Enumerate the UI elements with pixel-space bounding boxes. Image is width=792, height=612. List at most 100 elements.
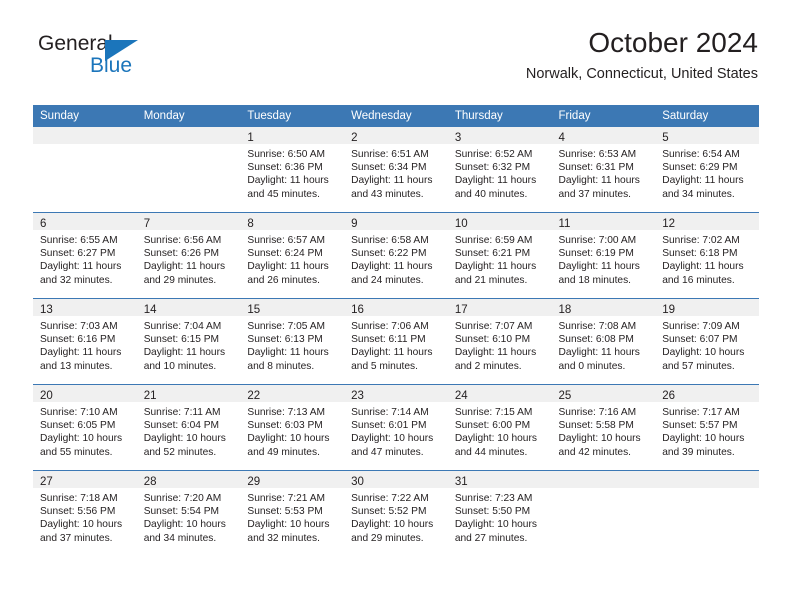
calendar-day-cell[interactable]: 11 Sunrise: 7:00 AM Sunset: 6:19 PM Dayl… [551, 212, 656, 299]
calendar-day-cell[interactable]: 14 Sunrise: 7:04 AM Sunset: 6:15 PM Dayl… [136, 298, 241, 385]
daylight-text-line1: Daylight: 10 hours [454, 519, 537, 531]
sunrise-text: Sunrise: 7:06 AM [351, 321, 429, 332]
calendar-day-cell[interactable]: 31 Sunrise: 7:23 AM Sunset: 5:50 PM Dayl… [447, 470, 552, 556]
sunrise-text: Sunrise: 7:17 AM [662, 407, 740, 418]
daylight-text-line1: Daylight: 10 hours [662, 347, 745, 359]
calendar-day-cell[interactable]: 25 Sunrise: 7:16 AM Sunset: 5:58 PM Dayl… [551, 384, 656, 471]
calendar-day-cell[interactable]: 8 Sunrise: 6:57 AM Sunset: 6:24 PM Dayli… [240, 212, 345, 299]
calendar-day-cell[interactable]: 6 Sunrise: 6:55 AM Sunset: 6:27 PM Dayli… [33, 212, 137, 299]
daylight-text-line2: and 18 minutes. [558, 274, 632, 286]
daylight-text-line1: Daylight: 11 hours [247, 261, 329, 273]
day-number: 18 [558, 304, 572, 316]
weekday-header-friday: Friday [551, 105, 656, 127]
calendar-week-row: 20 Sunrise: 7:10 AM Sunset: 6:05 PM Dayl… [33, 384, 759, 471]
calendar-day-cell[interactable]: 4 Sunrise: 6:53 AM Sunset: 6:31 PM Dayli… [551, 127, 656, 213]
calendar-day-cell[interactable]: 7 Sunrise: 6:56 AM Sunset: 6:26 PM Dayli… [136, 212, 241, 299]
sunrise-text: Sunrise: 7:15 AM [454, 407, 533, 418]
calendar-day-cell[interactable] [33, 127, 137, 213]
calendar-day-cell[interactable]: 3 Sunrise: 6:52 AM Sunset: 6:32 PM Dayli… [447, 127, 552, 213]
day-number: 13 [40, 304, 53, 316]
calendar-day-cell[interactable]: 27 Sunrise: 7:18 AM Sunset: 5:56 PM Dayl… [33, 470, 137, 556]
sunrise-text: Sunrise: 7:13 AM [247, 407, 325, 418]
calendar-day-cell[interactable]: 13 Sunrise: 7:03 AM Sunset: 6:16 PM Dayl… [33, 298, 137, 385]
weekday-header-monday: Monday [136, 105, 241, 127]
calendar-day-cell[interactable]: 12 Sunrise: 7:02 AM Sunset: 6:18 PM Dayl… [655, 212, 759, 299]
calendar-day-cell[interactable]: 18 Sunrise: 7:08 AM Sunset: 6:08 PM Dayl… [551, 298, 656, 385]
daylight-text-line2: and 37 minutes. [558, 188, 632, 200]
calendar-day-cell[interactable]: 29 Sunrise: 7:21 AM Sunset: 5:53 PM Dayl… [240, 470, 345, 556]
daylight-text-line1: Daylight: 10 hours [40, 433, 123, 445]
sunrise-text: Sunrise: 7:05 AM [247, 321, 325, 332]
calendar-week-row: 27 Sunrise: 7:18 AM Sunset: 5:56 PM Dayl… [33, 470, 759, 556]
calendar-day-cell[interactable] [136, 127, 241, 213]
sunset-text: Sunset: 6:34 PM [351, 162, 427, 174]
sunrise-text: Sunrise: 6:51 AM [351, 149, 429, 160]
daylight-text-line1: Daylight: 11 hours [351, 347, 433, 359]
daylight-text-line2: and 26 minutes. [247, 274, 320, 286]
day-number: 19 [662, 304, 676, 316]
calendar-day-cell[interactable]: 24 Sunrise: 7:15 AM Sunset: 6:00 PM Dayl… [447, 384, 552, 471]
calendar-day-cell[interactable]: 10 Sunrise: 6:59 AM Sunset: 6:21 PM Dayl… [447, 212, 552, 299]
calendar-day-cell[interactable]: 2 Sunrise: 6:51 AM Sunset: 6:34 PM Dayli… [344, 127, 448, 213]
day-number: 23 [351, 390, 364, 402]
daylight-text-line1: Daylight: 10 hours [247, 519, 330, 531]
calendar-day-cell[interactable]: 22 Sunrise: 7:13 AM Sunset: 6:03 PM Dayl… [240, 384, 345, 471]
day-number: 29 [247, 476, 261, 488]
calendar-day-cell[interactable]: 16 Sunrise: 7:06 AM Sunset: 6:11 PM Dayl… [344, 298, 448, 385]
daylight-text-line2: and 55 minutes. [40, 446, 113, 458]
daylight-text-line1: Daylight: 11 hours [247, 175, 329, 187]
sunset-text: Sunset: 6:10 PM [454, 334, 531, 346]
weekday-header-tuesday: Tuesday [240, 105, 345, 127]
sunset-text: Sunset: 6:04 PM [143, 420, 220, 432]
sunrise-text: Sunrise: 6:58 AM [351, 235, 429, 246]
calendar-day-cell[interactable] [655, 470, 759, 556]
day-number: 10 [454, 218, 468, 230]
daylight-text-line1: Daylight: 11 hours [558, 175, 640, 187]
calendar-day-cell[interactable]: 30 Sunrise: 7:22 AM Sunset: 5:52 PM Dayl… [344, 470, 448, 556]
daylight-text-line2: and 2 minutes. [454, 360, 522, 372]
daylight-text-line2: and 16 minutes. [662, 274, 735, 286]
calendar-day-cell[interactable]: 5 Sunrise: 6:54 AM Sunset: 6:29 PM Dayli… [655, 127, 759, 213]
calendar-day-cell[interactable]: 21 Sunrise: 7:11 AM Sunset: 6:04 PM Dayl… [136, 384, 241, 471]
sunrise-text: Sunrise: 7:18 AM [40, 493, 118, 504]
sunset-text: Sunset: 6:05 PM [40, 420, 116, 432]
daylight-text-line2: and 8 minutes. [247, 360, 315, 372]
sunrise-text: Sunrise: 6:56 AM [143, 235, 222, 246]
calendar-day-cell[interactable]: 26 Sunrise: 7:17 AM Sunset: 5:57 PM Dayl… [655, 384, 759, 471]
sunset-text: Sunset: 6:32 PM [454, 162, 531, 174]
sunrise-text: Sunrise: 7:09 AM [662, 321, 740, 332]
daylight-text-line1: Daylight: 11 hours [558, 347, 640, 359]
calendar-day-cell[interactable]: 17 Sunrise: 7:07 AM Sunset: 6:10 PM Dayl… [447, 298, 552, 385]
weekday-header-thursday: Thursday [447, 105, 552, 127]
daylight-text-line1: Daylight: 10 hours [40, 519, 123, 531]
sunset-text: Sunset: 6:18 PM [662, 248, 738, 260]
calendar-day-cell[interactable]: 1 Sunrise: 6:50 AM Sunset: 6:36 PM Dayli… [240, 127, 345, 213]
daylight-text-line1: Daylight: 11 hours [558, 261, 640, 273]
sunset-text: Sunset: 6:03 PM [247, 420, 323, 432]
sunrise-text: Sunrise: 6:53 AM [558, 149, 637, 160]
calendar-day-cell[interactable]: 20 Sunrise: 7:10 AM Sunset: 6:05 PM Dayl… [33, 384, 137, 471]
calendar-day-cell[interactable]: 9 Sunrise: 6:58 AM Sunset: 6:22 PM Dayli… [344, 212, 448, 299]
sunrise-text: Sunrise: 6:55 AM [40, 235, 118, 246]
sunrise-text: Sunrise: 7:20 AM [143, 493, 222, 504]
calendar-day-cell[interactable]: 23 Sunrise: 7:14 AM Sunset: 6:01 PM Dayl… [344, 384, 448, 471]
calendar-day-cell[interactable] [551, 470, 656, 556]
calendar-day-cell[interactable]: 15 Sunrise: 7:05 AM Sunset: 6:13 PM Dayl… [240, 298, 345, 385]
day-number: 30 [351, 476, 364, 488]
daylight-text-line1: Daylight: 10 hours [351, 433, 434, 445]
day-number: 26 [662, 390, 676, 402]
day-number: 24 [454, 390, 468, 402]
daylight-text-line1: Daylight: 11 hours [454, 261, 537, 273]
calendar-day-cell[interactable]: 28 Sunrise: 7:20 AM Sunset: 5:54 PM Dayl… [136, 470, 241, 556]
daylight-text-line1: Daylight: 11 hours [351, 175, 433, 187]
daylight-text-line2: and 27 minutes. [454, 532, 528, 544]
sunset-text: Sunset: 5:50 PM [454, 506, 531, 518]
sunset-text: Sunset: 6:21 PM [454, 248, 531, 260]
daylight-text-line2: and 44 minutes. [454, 446, 528, 458]
daylight-text-line2: and 39 minutes. [662, 446, 735, 458]
daylight-text-line1: Daylight: 10 hours [558, 433, 641, 445]
sunset-text: Sunset: 6:29 PM [662, 162, 738, 174]
sunset-text: Sunset: 6:19 PM [558, 248, 634, 260]
sunrise-text: Sunrise: 6:54 AM [662, 149, 740, 160]
calendar-day-cell[interactable]: 19 Sunrise: 7:09 AM Sunset: 6:07 PM Dayl… [655, 298, 759, 385]
